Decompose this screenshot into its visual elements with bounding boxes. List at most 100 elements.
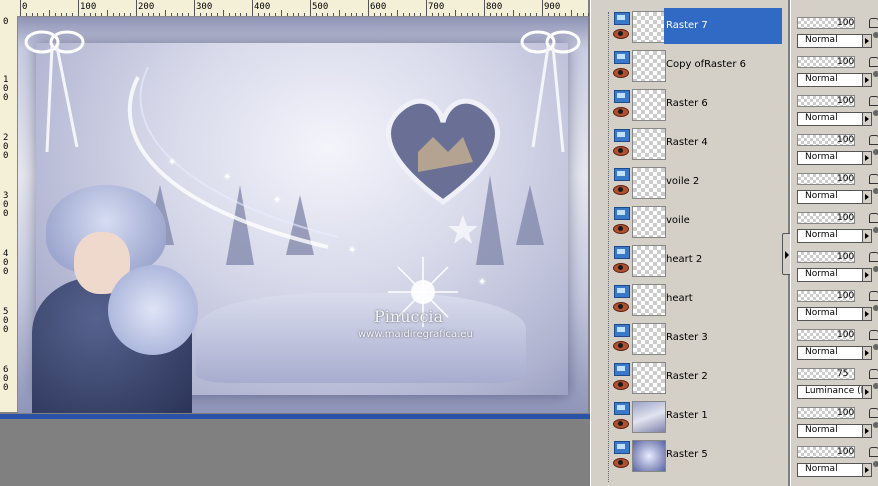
link-icon[interactable] (873, 344, 878, 350)
layer-row[interactable]: Raster 4 (598, 125, 788, 164)
layer-row[interactable]: Raster 6 (598, 86, 788, 125)
canvas-window[interactable]: 0 100 200 300 400 500 600 700 800 900 0 1 0 0 2 0 0… (0, 0, 600, 486)
layer-name-cell[interactable]: Raster 1 (664, 398, 782, 434)
lock-icon[interactable] (869, 369, 878, 379)
link-icon[interactable] (873, 266, 878, 272)
ruler-tick (344, 13, 346, 16)
visibility-eye-icon[interactable] (613, 107, 629, 117)
blend-dropdown-arrow-icon[interactable] (862, 268, 872, 282)
layer-name-cell[interactable]: Raster 6 (664, 86, 782, 122)
layer-properties-row: 100 Normal (791, 86, 878, 126)
layer-name-cell[interactable]: voile (664, 203, 782, 239)
link-icon[interactable] (873, 305, 878, 311)
visibility-eye-icon[interactable] (613, 419, 629, 429)
link-icon[interactable] (873, 383, 878, 389)
blend-mode-value: Normal (805, 464, 838, 474)
lock-icon[interactable] (869, 135, 878, 145)
raster-layer-icon (614, 363, 630, 376)
layer-name-cell[interactable]: Raster 4 (664, 125, 782, 161)
lock-icon[interactable] (869, 174, 878, 184)
link-icon[interactable] (873, 227, 878, 233)
layer-row[interactable]: Raster 5 (598, 437, 788, 476)
visibility-eye-icon[interactable] (613, 458, 629, 468)
lock-icon[interactable] (869, 330, 878, 340)
layer-name: voile 2 (666, 176, 700, 187)
visibility-eye-icon[interactable] (613, 146, 629, 156)
layers-palette[interactable]: Raster 7 Copy ofRaster 6 Raster 6 Raster 4 v… (598, 0, 788, 486)
link-icon[interactable] (873, 110, 878, 116)
visibility-eye-icon[interactable] (613, 185, 629, 195)
lock-icon[interactable] (869, 96, 878, 106)
link-icon[interactable] (873, 71, 878, 77)
layer-row[interactable]: Raster 3 (598, 320, 788, 359)
layer-row[interactable]: heart 2 (598, 242, 788, 281)
link-icon[interactable] (873, 461, 878, 467)
layer-properties-row: 100 Normal (791, 47, 878, 87)
ribbon-bow-right (520, 30, 581, 153)
visibility-eye-icon[interactable] (613, 380, 629, 390)
layer-name-cell[interactable]: Raster 2 (664, 359, 782, 395)
ruler-tick (43, 13, 45, 16)
layer-row[interactable]: Raster 1 (598, 398, 788, 437)
layer-row[interactable]: voile (598, 203, 788, 242)
blend-dropdown-arrow-icon[interactable] (862, 73, 872, 87)
ruler-tick (559, 13, 561, 16)
layer-row[interactable]: Raster 2 (598, 359, 788, 398)
link-icon[interactable] (873, 32, 878, 38)
ruler-tick (472, 13, 474, 16)
layer-row[interactable]: Raster 7 (598, 8, 788, 47)
ruler-tick (228, 13, 230, 16)
lock-icon[interactable] (869, 57, 878, 67)
blend-dropdown-arrow-icon[interactable] (862, 112, 872, 126)
visibility-eye-icon[interactable] (613, 29, 629, 39)
lock-icon[interactable] (869, 213, 878, 223)
visibility-eye-icon[interactable] (613, 302, 629, 312)
layer-name-cell[interactable]: Raster 7 (664, 8, 782, 44)
visibility-eye-icon[interactable] (613, 341, 629, 351)
layer-row[interactable]: heart (598, 281, 788, 320)
blend-dropdown-arrow-icon[interactable] (862, 424, 872, 438)
layer-name-cell[interactable]: voile 2 (664, 164, 782, 200)
blend-dropdown-arrow-icon[interactable] (862, 229, 872, 243)
blend-dropdown-arrow-icon[interactable] (862, 34, 872, 48)
ruler-tick (339, 10, 340, 16)
blend-dropdown-arrow-icon[interactable] (862, 385, 872, 399)
blend-dropdown-arrow-icon[interactable] (862, 151, 872, 165)
lock-icon[interactable] (869, 408, 878, 418)
layer-name: Raster 7 (666, 20, 708, 31)
layer-name-cell[interactable]: Raster 5 (664, 437, 782, 473)
ruler-tick (356, 13, 358, 16)
blend-dropdown-arrow-icon[interactable] (862, 463, 872, 477)
blend-dropdown-arrow-icon[interactable] (862, 307, 872, 321)
raster-layer-icon (614, 246, 630, 259)
link-icon[interactable] (873, 422, 878, 428)
blend-dropdown-arrow-icon[interactable] (862, 346, 872, 360)
image-canvas[interactable]: ✦ ✦ ✦ ✦ ✦ Pinuccia www.maidiregrafica.eu (18, 17, 588, 413)
visibility-eye-icon[interactable] (613, 263, 629, 273)
layer-name-cell[interactable]: heart (664, 281, 782, 317)
layer-name-cell[interactable]: Copy ofRaster 6 (664, 47, 782, 83)
blend-dropdown-arrow-icon[interactable] (862, 190, 872, 204)
link-icon[interactable] (873, 149, 878, 155)
layer-row[interactable]: Copy ofRaster 6 (598, 47, 788, 86)
blend-mode-value: Normal (805, 152, 838, 162)
lock-icon[interactable] (869, 252, 878, 262)
layer-name-cell[interactable]: heart 2 (664, 242, 782, 278)
layer-properties-row: 75 Luminance (L) (791, 359, 878, 399)
layer-name-cell[interactable]: Raster 3 (664, 320, 782, 356)
blend-mode-value: Normal (805, 35, 838, 45)
layer-row[interactable]: voile 2 (598, 164, 788, 203)
ruler-tick (547, 13, 549, 16)
lock-icon[interactable] (869, 447, 878, 457)
sparkle-star: ✦ (478, 277, 487, 288)
heart-frame (386, 98, 500, 206)
ruler-top-label: 500 (312, 2, 329, 12)
lock-icon[interactable] (869, 18, 878, 28)
lock-icon[interactable] (869, 291, 878, 301)
visibility-eye-icon[interactable] (613, 224, 629, 234)
link-icon[interactable] (873, 188, 878, 194)
visibility-eye-icon[interactable] (613, 68, 629, 78)
layer-thumbnail (632, 323, 666, 355)
ruler-top-label: 200 (138, 2, 155, 12)
ruler-tick (281, 10, 282, 16)
